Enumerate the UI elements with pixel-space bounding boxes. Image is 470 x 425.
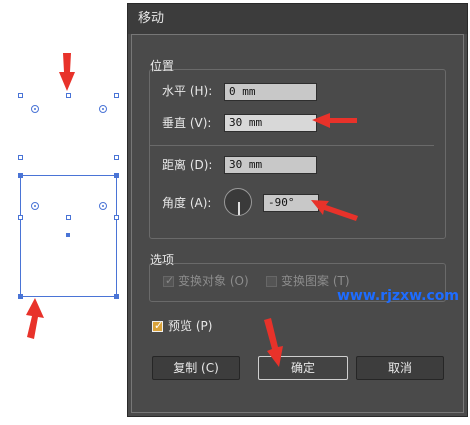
selection-anchor-left xyxy=(31,202,39,210)
transform-objects-label: 变换对象 (O) xyxy=(178,274,249,288)
transform-patterns-checkbox[interactable] xyxy=(266,276,277,287)
position-divider xyxy=(150,145,434,146)
annotation-arrow-bottom xyxy=(26,298,44,339)
cancel-button[interactable]: 取消 xyxy=(356,356,444,380)
ghost-handle-top-center xyxy=(66,93,71,98)
horizontal-input[interactable]: 0 mm xyxy=(224,83,317,101)
copy-button[interactable]: 复制 (C) xyxy=(152,356,240,380)
transform-objects-checkbox[interactable]: ✓ xyxy=(163,274,175,287)
check-mark-icon: ✓ xyxy=(165,274,175,287)
angle-dial[interactable] xyxy=(224,188,252,216)
distance-input[interactable]: 30 mm xyxy=(224,156,317,174)
annotation-arrow-angle xyxy=(311,200,358,221)
selection-handle-bottom-right[interactable] xyxy=(114,294,119,299)
selection-handle-top-right[interactable] xyxy=(114,173,119,178)
angle-label: 角度 (A): xyxy=(162,196,212,210)
ghost-handle-top-right xyxy=(114,93,119,98)
preview-label: 预览 (P) xyxy=(168,319,213,333)
selection-handle-top-left[interactable] xyxy=(18,173,23,178)
selection-handle-mid-right[interactable] xyxy=(114,215,119,220)
annotation-arrow-vertical xyxy=(312,113,357,128)
horizontal-label: 水平 (H): xyxy=(162,84,213,98)
ghost-handle-mid-left xyxy=(18,155,23,160)
check-mark-icon: ✓ xyxy=(154,319,164,332)
vertical-input[interactable]: 30 mm xyxy=(224,114,317,132)
ghost-handle-mid-right xyxy=(114,155,119,160)
vertical-label: 垂直 (V): xyxy=(162,116,212,130)
distance-label: 距离 (D): xyxy=(162,158,213,172)
annotation-arrow-ok xyxy=(264,318,283,367)
angle-dial-needle xyxy=(238,202,240,215)
position-group-title: 位置 xyxy=(150,59,175,73)
options-group-title: 选项 xyxy=(150,253,175,267)
selection-center-point xyxy=(66,233,70,237)
dialog-frame: 位置 水平 (H): 0 mm 垂直 (V): 30 mm 距离 (D): 30… xyxy=(131,34,464,413)
annotation-arrow-top xyxy=(59,53,75,91)
selection-handle-mid-left[interactable] xyxy=(18,215,23,220)
selection-handle-mid-center[interactable] xyxy=(66,215,71,220)
watermark-text: www.rjzxw.com xyxy=(337,288,459,304)
preview-checkbox[interactable]: ✓ xyxy=(152,319,164,332)
dialog-title: 移动 xyxy=(128,4,467,34)
ghost-anchor-right xyxy=(99,105,107,113)
move-dialog: 移动 位置 水平 (H): 0 mm 垂直 (V): 30 mm 距离 (D):… xyxy=(127,3,468,417)
selection-anchor-right xyxy=(99,202,107,210)
ghost-handle-top-left xyxy=(18,93,23,98)
ghost-anchor-left xyxy=(31,105,39,113)
